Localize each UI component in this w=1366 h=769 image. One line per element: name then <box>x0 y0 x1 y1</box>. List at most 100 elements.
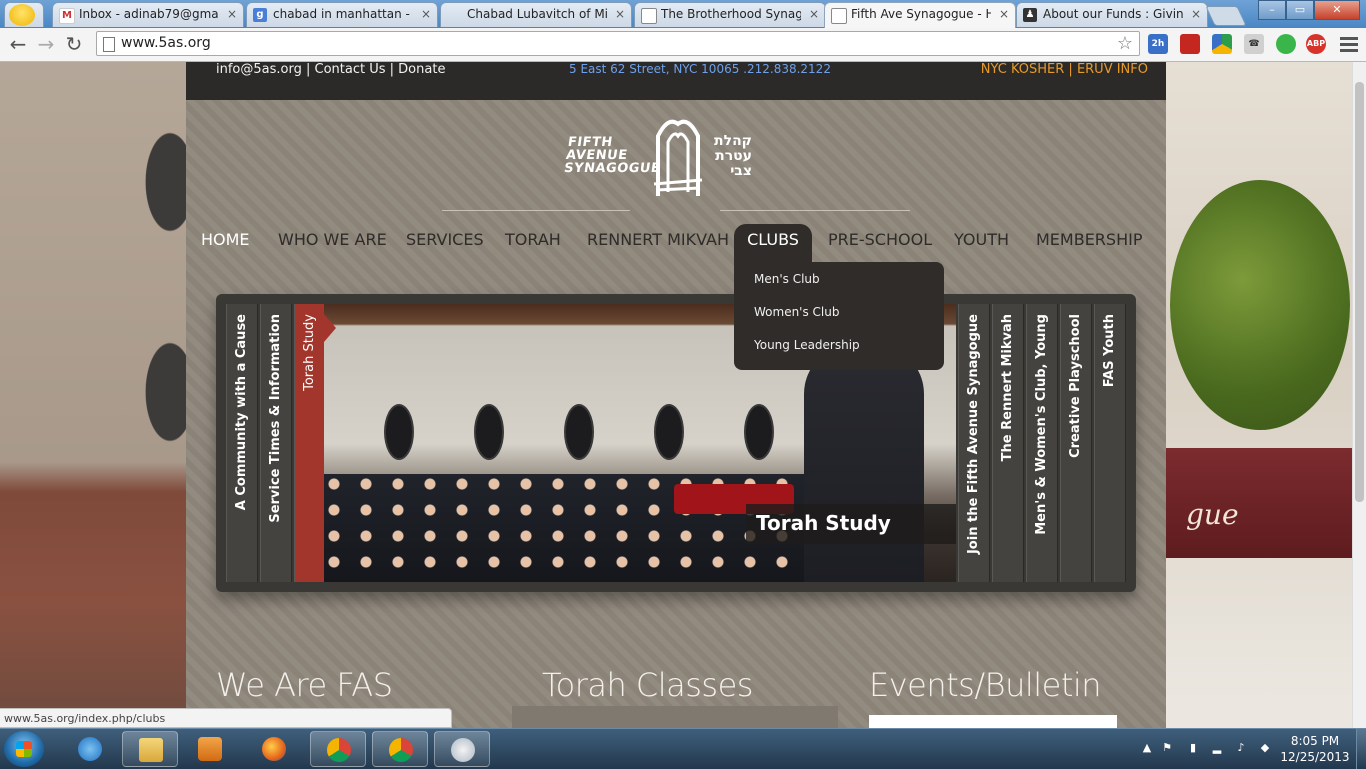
address-url: www.5as.org <box>121 35 211 51</box>
awning-text: gue <box>1186 498 1239 531</box>
extension-chat-icon[interactable]: ☎ <box>1244 34 1264 54</box>
reload-button[interactable]: ↻ <box>62 32 86 56</box>
slider-panel-fas-youth[interactable]: FAS Youth <box>1094 304 1126 582</box>
battery-icon[interactable]: ▮ <box>1186 741 1200 755</box>
main-navigation: HOME WHO WE ARE SERVICES TORAH RENNERT M… <box>186 224 1166 270</box>
tab-fifth-ave-synagogue[interactable]: Fifth Ave Synagogue - Ho × <box>824 2 1016 28</box>
close-tab-icon[interactable]: × <box>1191 3 1201 26</box>
extension-green-icon[interactable] <box>1276 34 1296 54</box>
slider-panel-clubs[interactable]: Men's & Women's Club, Young <box>1026 304 1058 582</box>
nav-youth[interactable]: YOUTH <box>954 224 1009 270</box>
window-controls: – ▭ ✕ <box>1258 0 1360 20</box>
nav-torah[interactable]: TORAH <box>505 224 561 270</box>
site-topbar: info@5as.org | Contact Us | Donate 5 Eas… <box>186 62 1166 100</box>
donate-link[interactable]: Donate <box>398 62 445 77</box>
windows-taskbar: ▲ ⚑ ▮ ▂ ♪ ◆ 8:05 PM 12/25/2013 <box>0 728 1366 769</box>
section-title-we-are-fas: We Are FAS <box>216 666 393 704</box>
email-link[interactable]: info@5as.org <box>216 62 302 77</box>
start-button[interactable] <box>4 731 44 767</box>
contact-link[interactable]: Contact Us <box>315 62 386 77</box>
taskbar-firefox[interactable] <box>246 731 302 767</box>
nav-membership[interactable]: MEMBERSHIP <box>1036 224 1142 270</box>
clock-time: 8:05 PM <box>1290 734 1340 748</box>
extension-red-icon[interactable] <box>1180 34 1200 54</box>
back-button[interactable]: ← <box>6 32 30 56</box>
scrollbar-thumb[interactable] <box>1355 82 1364 502</box>
slider-panel-torah-study[interactable]: Torah Study <box>294 304 326 582</box>
tab-gmail[interactable]: M Inbox - adinab79@gmail.c × <box>52 2 244 27</box>
slider-panel-join[interactable]: Join the Fifth Avenue Synagogue <box>958 304 990 582</box>
chrome-icon <box>327 738 351 762</box>
vertical-scrollbar[interactable] <box>1352 62 1366 728</box>
network-signal-icon[interactable]: ▂ <box>1210 741 1224 755</box>
menu-item-young-leadership[interactable]: Young Leadership <box>754 338 860 352</box>
nav-services[interactable]: SERVICES <box>406 224 484 270</box>
nyc-kosher-link[interactable]: NYC KOSHER <box>981 62 1064 77</box>
slider-panel-playschool[interactable]: Creative Playschool <box>1060 304 1092 582</box>
taskbar-internet-explorer[interactable] <box>62 731 118 767</box>
taskbar-file-explorer[interactable] <box>122 731 178 767</box>
new-tab-button[interactable] <box>1205 6 1247 26</box>
nav-home[interactable]: HOME <box>201 224 250 270</box>
dropbox-icon[interactable]: ◆ <box>1258 741 1272 755</box>
tab-chabad[interactable]: Chabad Lubavitch of Mid × <box>440 2 632 27</box>
torah-ark-logo-icon <box>653 119 703 196</box>
tab-brotherhood[interactable]: The Brotherhood Synagog × <box>634 2 826 27</box>
logo-hebrew: קהלת עטרת צבי <box>714 133 752 179</box>
profile-avatar[interactable] <box>4 2 44 27</box>
adblock-icon[interactable]: ABP <box>1306 34 1326 54</box>
slider-panel-rennert-mikvah[interactable]: The Rennert Mikvah <box>992 304 1024 582</box>
chrome-icon <box>389 738 413 762</box>
taskbar-clock[interactable]: 8:05 PM 12/25/2013 <box>1280 733 1350 765</box>
menu-item-womens-club[interactable]: Women's Club <box>754 305 839 319</box>
close-tab-icon[interactable]: × <box>615 3 625 26</box>
extension-drive-icon[interactable] <box>1212 34 1232 54</box>
action-center-flag-icon[interactable]: ⚑ <box>1160 741 1174 755</box>
folder-icon <box>139 738 163 762</box>
tab-google-search[interactable]: g chabad in manhattan - Go × <box>246 2 438 27</box>
volume-icon[interactable]: ♪ <box>1234 741 1248 755</box>
photo-speaker <box>804 344 924 582</box>
forward-button[interactable]: → <box>34 32 58 56</box>
show-hidden-icons[interactable]: ▲ <box>1140 741 1154 755</box>
clubs-dropdown-menu: Men's Club Women's Club Young Leadership <box>734 262 944 370</box>
people-icon: ♟ <box>1023 8 1037 22</box>
windows-logo-icon <box>16 741 32 757</box>
close-window-button[interactable]: ✕ <box>1314 0 1360 20</box>
taskbar-chrome[interactable] <box>310 731 366 767</box>
minimize-button[interactable]: – <box>1258 0 1286 20</box>
feature-slider: A Community with a Cause Service Times &… <box>216 294 1136 592</box>
close-tab-icon[interactable]: × <box>809 3 819 26</box>
eruv-info-link[interactable]: ERUV INFO <box>1077 62 1148 77</box>
menu-item-mens-club[interactable]: Men's Club <box>754 272 820 286</box>
background-photo-left <box>0 62 186 728</box>
address-bar[interactable]: www.5as.org ☆ <box>96 31 1140 56</box>
section-title-torah-classes: Torah Classes <box>542 666 753 704</box>
maximize-button[interactable]: ▭ <box>1286 0 1314 20</box>
link-status-bubble: www.5as.org/index.php/clubs <box>0 708 452 728</box>
blank-page-icon <box>447 8 461 22</box>
taskbar-paint[interactable] <box>434 731 490 767</box>
slider-panel-community[interactable]: A Community with a Cause <box>226 304 258 582</box>
show-desktop-button[interactable] <box>1356 729 1366 769</box>
browser-menu-icon[interactable] <box>1340 34 1358 54</box>
close-tab-icon[interactable]: × <box>421 3 431 26</box>
topbar-right-links: NYC KOSHER | ERUV INFO <box>980 62 1148 77</box>
taskbar-chrome-profile[interactable] <box>372 731 428 767</box>
section-title-events-bulletin: Events/Bulletin <box>869 666 1102 704</box>
topbar-links: info@5as.org | Contact Us | Donate <box>216 62 446 77</box>
page-icon <box>831 8 847 24</box>
close-tab-icon[interactable]: × <box>227 3 237 26</box>
slider-panel-service-times[interactable]: Service Times & Information <box>260 304 292 582</box>
tab-about-funds[interactable]: ♟ About our Funds : Giving × <box>1016 2 1208 27</box>
synagogue-logo[interactable]: FIFTH AVENUE SYNAGOGUE קהלת עטרת צבי <box>563 112 756 204</box>
extension-timer-icon[interactable]: 2h <box>1148 34 1168 54</box>
slide-caption: Torah Study <box>746 504 956 544</box>
nav-rennert-mikvah[interactable]: RENNERT MIKVAH <box>587 224 729 270</box>
taskbar-media-player[interactable] <box>182 731 238 767</box>
nav-who-we-are[interactable]: WHO WE ARE <box>278 224 387 270</box>
page-icon <box>641 8 657 24</box>
close-tab-icon[interactable]: × <box>999 3 1009 26</box>
background-awning: gue <box>1166 448 1352 558</box>
bookmark-star-icon[interactable]: ☆ <box>1117 32 1133 55</box>
